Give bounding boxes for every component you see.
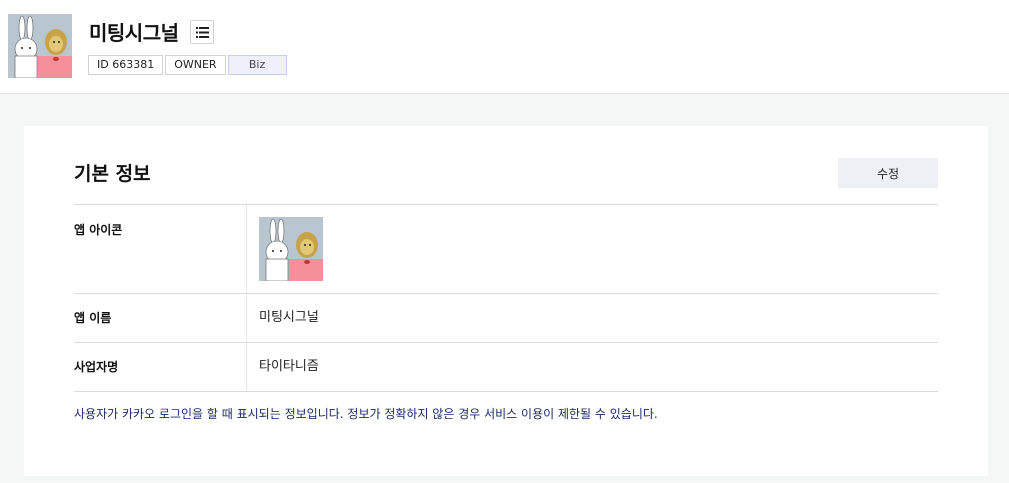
app-header: 미팅시그널 ID 663381 OWNER Biz: [0, 0, 1009, 94]
info-table: 앱 아이콘 앱 이름 미팅시그널 사업자명 타이타니즘: [74, 204, 938, 392]
app-badges: ID 663381 OWNER Biz: [88, 55, 289, 75]
app-id-badge: ID 663381: [88, 55, 164, 75]
table-row-app-icon: 앱 아이콘: [74, 205, 938, 294]
page-title: 미팅시그널: [89, 21, 179, 45]
company-name-value: 타이타니즘: [259, 359, 319, 374]
basic-info-card: 기본 정보 수정 앱 아이콘 앱 이름 미팅시그널 사업자명 타이타니즘 사용자…: [24, 126, 988, 476]
app-avatar: [8, 14, 72, 78]
app-icon-image: [259, 217, 323, 282]
app-name-value: 미팅시그널: [259, 310, 319, 325]
company-name-label: 사업자명: [74, 343, 247, 391]
list-icon: [196, 27, 209, 38]
menu-button[interactable]: [190, 20, 214, 44]
app-name-label: 앱 이름: [74, 294, 247, 342]
edit-button[interactable]: 수정: [838, 158, 938, 188]
role-badge: OWNER: [165, 55, 226, 75]
section-title: 기본 정보: [74, 163, 151, 185]
biz-badge: Biz: [227, 55, 287, 75]
table-row-app-name: 앱 이름 미팅시그널: [74, 294, 938, 343]
table-row-company-name: 사업자명 타이타니즘: [74, 343, 938, 392]
app-icon-label: 앱 아이콘: [74, 205, 247, 293]
info-notice: 사용자가 카카오 로그인을 할 때 표시되는 정보입니다. 정보가 정확하지 않…: [74, 407, 658, 421]
